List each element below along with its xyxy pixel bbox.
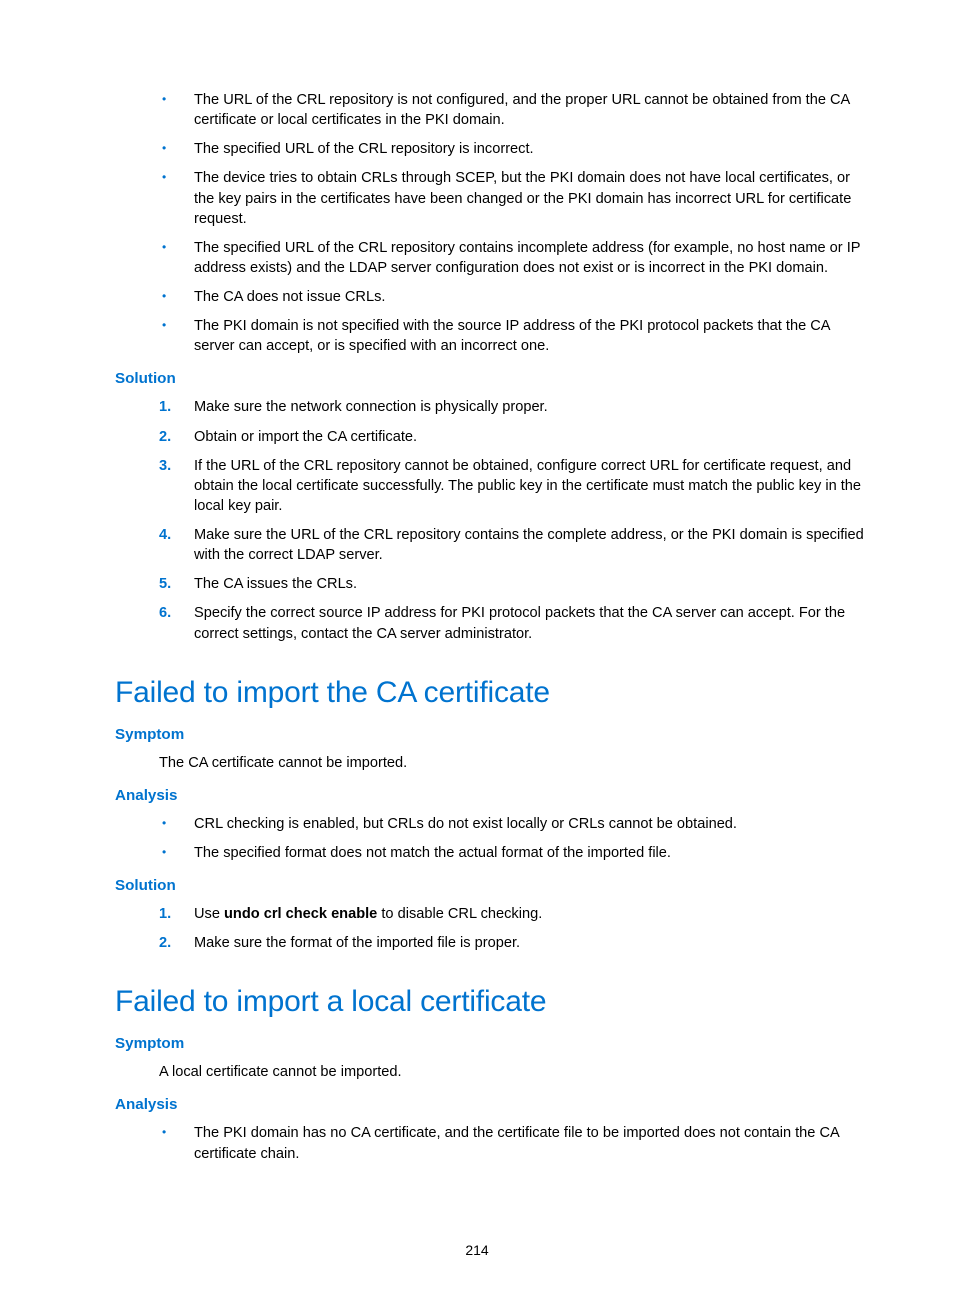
command-text: undo crl check enable	[224, 906, 377, 922]
list-item: The specified URL of the CRL repository …	[159, 139, 864, 159]
list-item: Use undo crl check enable to disable CRL…	[159, 904, 864, 924]
document-page: The URL of the CRL repository is not con…	[0, 0, 954, 1296]
text: Use	[194, 906, 224, 922]
analysis-bullet-list-3: The PKI domain has no CA certificate, an…	[115, 1123, 864, 1163]
list-item: The CA does not issue CRLs.	[159, 287, 864, 307]
analysis-bullet-list-top: The URL of the CRL repository is not con…	[115, 90, 864, 356]
list-item: If the URL of the CRL repository cannot …	[159, 456, 864, 516]
list-item: Make sure the URL of the CRL repository …	[159, 525, 864, 565]
list-item: Obtain or import the CA certificate.	[159, 427, 864, 447]
symptom-text: A local certificate cannot be imported.	[159, 1062, 864, 1082]
list-item: Make sure the network connection is phys…	[159, 397, 864, 417]
solution-ordered-list-1: Make sure the network connection is phys…	[115, 397, 864, 643]
list-item: The URL of the CRL repository is not con…	[159, 90, 864, 130]
symptom-heading: Symptom	[115, 1035, 864, 1052]
solution-ordered-list-2: Use undo crl check enable to disable CRL…	[115, 904, 864, 953]
text: to disable CRL checking.	[377, 906, 542, 922]
analysis-heading: Analysis	[115, 787, 864, 804]
symptom-heading: Symptom	[115, 726, 864, 743]
solution-heading: Solution	[115, 370, 864, 387]
analysis-bullet-list-2: CRL checking is enabled, but CRLs do not…	[115, 814, 864, 863]
analysis-heading: Analysis	[115, 1096, 864, 1113]
list-item: The specified format does not match the …	[159, 843, 864, 863]
list-item: The specified URL of the CRL repository …	[159, 238, 864, 278]
section-title-local-cert: Failed to import a local certificate	[115, 985, 864, 1019]
solution-heading: Solution	[115, 877, 864, 894]
section-title-ca-cert: Failed to import the CA certificate	[115, 676, 864, 710]
list-item: Make sure the format of the imported fil…	[159, 933, 864, 953]
list-item: The CA issues the CRLs.	[159, 574, 864, 594]
list-item: CRL checking is enabled, but CRLs do not…	[159, 814, 864, 834]
symptom-text: The CA certificate cannot be imported.	[159, 753, 864, 773]
list-item: Specify the correct source IP address fo…	[159, 603, 864, 643]
page-number: 214	[0, 1242, 954, 1258]
list-item: The PKI domain is not specified with the…	[159, 316, 864, 356]
list-item: The device tries to obtain CRLs through …	[159, 168, 864, 228]
list-item: The PKI domain has no CA certificate, an…	[159, 1123, 864, 1163]
